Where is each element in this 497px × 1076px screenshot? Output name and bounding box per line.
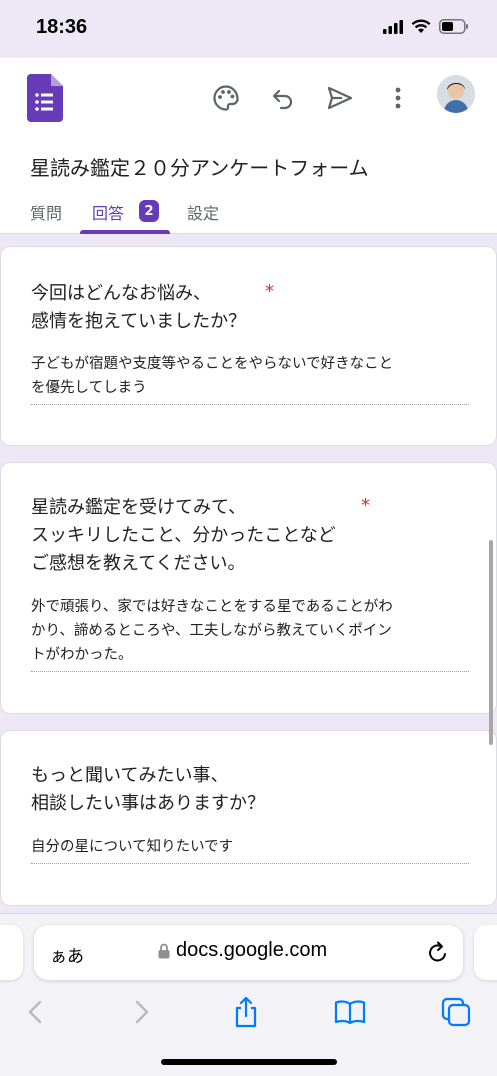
responses-count-badge: 2 bbox=[139, 200, 159, 222]
answer-line: 子どもが宿題や支度等やることをやらないで好きなこと bbox=[31, 356, 394, 372]
answer-text: 子どもが宿題や支度等やることをやらないで好きなこと を優先してしまう bbox=[31, 352, 469, 405]
question-text: 今回はどんなお悩み、 感情を抱えていましたか？ bbox=[31, 280, 246, 336]
tab-settings[interactable]: 設定 bbox=[187, 200, 219, 224]
status-time: 18:36 bbox=[36, 16, 88, 38]
browser-bottom-bar: ぁあ docs.google.com bbox=[0, 913, 497, 1076]
form-tabs: 質問 回答 2 設定 bbox=[0, 190, 497, 234]
question-line: 星読み鑑定を受けてみて、 bbox=[31, 497, 247, 518]
answer-line: 外で頑張り、家では好きなことをする星であることがわ bbox=[31, 599, 393, 615]
answer-text: 自分の星について知りたいです bbox=[31, 835, 469, 864]
question-line: 相談したい事はありますか？ bbox=[31, 793, 265, 814]
page-settings-button[interactable]: ぁあ bbox=[50, 942, 84, 967]
answer-text: 外で頑張り、家では好きなことをする星であることがわ かり、諦めるところや、工夫し… bbox=[31, 595, 469, 672]
question-text: もっと聞いてみたい事、 相談したい事はありますか？ bbox=[31, 762, 265, 818]
tabs-icon bbox=[441, 997, 471, 1027]
question-text: 星読み鑑定を受けてみて、 スッキリしたこと、分かったことなど ご感想を教えてくだ… bbox=[31, 494, 336, 578]
more-options-button[interactable] bbox=[378, 78, 418, 118]
question-line: もっと聞いてみたい事、 bbox=[31, 765, 229, 786]
question-line: 感情を抱えていましたか？ bbox=[31, 311, 247, 332]
account-avatar[interactable] bbox=[437, 75, 475, 113]
url-display[interactable]: docs.google.com bbox=[158, 939, 327, 962]
status-bar: 18:36 bbox=[0, 0, 497, 58]
answer-line: を優先してしまう bbox=[31, 380, 147, 396]
form-title: 星読み鑑定２０分アンケートフォーム bbox=[30, 156, 369, 180]
reload-icon bbox=[429, 941, 446, 962]
send-icon bbox=[327, 86, 353, 110]
answer-line: 自分の星について知りたいです bbox=[31, 839, 234, 855]
undo-button[interactable] bbox=[263, 78, 303, 118]
bookmarks-button[interactable] bbox=[328, 994, 372, 1030]
lock-icon bbox=[158, 943, 170, 958]
chevron-left-icon bbox=[28, 1000, 42, 1024]
tab-responses[interactable]: 回答 bbox=[92, 200, 124, 224]
tabs-button[interactable] bbox=[434, 994, 478, 1030]
chevron-right-icon bbox=[135, 1000, 149, 1024]
undo-icon bbox=[272, 89, 293, 110]
response-card: 今回はどんなお悩み、 感情を抱えていましたか？ * 子どもが宿題や支度等やること… bbox=[0, 246, 497, 446]
forms-header: 星読み鑑定２０分アンケートフォーム 質問 回答 2 設定 bbox=[0, 58, 497, 234]
question-line: スッキリしたこと、分かったことなど bbox=[31, 525, 336, 546]
question-line: ご感想を教えてください。 bbox=[31, 553, 246, 574]
forward-button[interactable] bbox=[120, 994, 164, 1030]
back-button[interactable] bbox=[13, 994, 57, 1030]
reload-button[interactable] bbox=[427, 940, 449, 968]
share-icon bbox=[235, 996, 257, 1028]
answer-line: かり、諦めるところや、工夫しながら教えていくポイン bbox=[31, 623, 392, 639]
question-line: 今回はどんなお悩み、 bbox=[31, 283, 211, 304]
wifi-icon bbox=[411, 19, 431, 33]
avatar-image bbox=[437, 75, 475, 113]
share-button[interactable] bbox=[224, 994, 268, 1030]
google-forms-logo-icon[interactable] bbox=[27, 74, 63, 122]
customize-theme-button[interactable] bbox=[206, 78, 246, 118]
next-tab-preview[interactable] bbox=[474, 925, 497, 980]
response-card: 星読み鑑定を受けてみて、 スッキリしたこと、分かったことなど ご感想を教えてくだ… bbox=[0, 462, 497, 714]
status-icons bbox=[383, 19, 469, 34]
tab-questions[interactable]: 質問 bbox=[30, 200, 62, 224]
address-bar[interactable]: ぁあ docs.google.com bbox=[34, 925, 463, 980]
more-vert-icon bbox=[395, 87, 401, 109]
palette-icon bbox=[213, 85, 239, 111]
book-icon bbox=[334, 1000, 366, 1025]
response-card: もっと聞いてみたい事、 相談したい事はありますか？ 自分の星について知りたいです bbox=[0, 730, 497, 906]
page-scrollbar[interactable] bbox=[489, 540, 493, 745]
home-indicator[interactable] bbox=[161, 1059, 337, 1065]
required-asterisk: * bbox=[361, 495, 370, 516]
previous-tab-preview[interactable] bbox=[0, 925, 23, 980]
answer-line: トがわかった。 bbox=[31, 647, 133, 663]
send-button[interactable] bbox=[320, 78, 360, 118]
url-text: docs.google.com bbox=[176, 939, 328, 961]
cellular-signal-icon bbox=[383, 19, 403, 34]
required-asterisk: * bbox=[265, 281, 274, 302]
battery-icon bbox=[439, 19, 468, 34]
active-tab-indicator bbox=[80, 230, 170, 234]
